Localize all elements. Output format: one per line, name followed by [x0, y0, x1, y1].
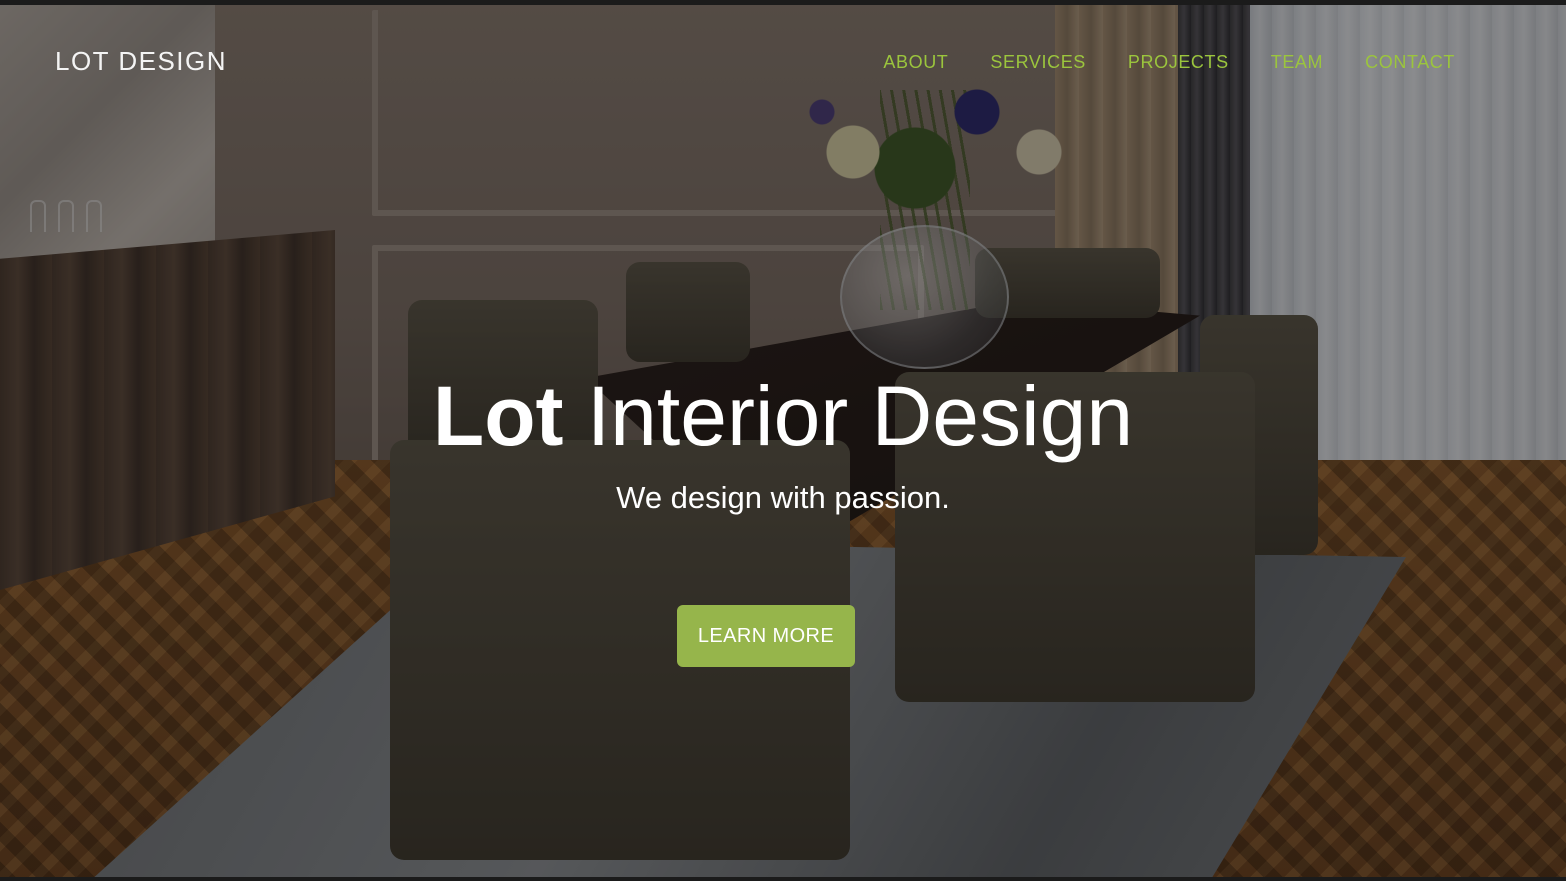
nav-link-team[interactable]: TEAM	[1250, 52, 1344, 73]
nav-item-services: SERVICES	[969, 52, 1107, 73]
bottom-border	[0, 877, 1566, 881]
hero-title: Lot Interior Design	[0, 370, 1566, 462]
nav-link-contact[interactable]: CONTACT	[1344, 52, 1476, 73]
learn-more-button[interactable]: LEARN MORE	[677, 605, 855, 667]
nav-item-team: TEAM	[1250, 52, 1344, 73]
landing-page: LOT DESIGN ABOUT SERVICES PROJECTS TEAM …	[0, 0, 1566, 881]
nav-link-projects[interactable]: PROJECTS	[1107, 52, 1250, 73]
hero-subtitle: We design with passion.	[616, 480, 950, 516]
nav-item-about: ABOUT	[862, 52, 969, 73]
hero-title-strong: Lot	[432, 369, 564, 463]
nav-link-services[interactable]: SERVICES	[969, 52, 1107, 73]
nav-item-projects: PROJECTS	[1107, 52, 1250, 73]
nav-item-contact: CONTACT	[1344, 52, 1476, 73]
navbar: LOT DESIGN ABOUT SERVICES PROJECTS TEAM …	[0, 0, 1566, 110]
hero-section: Lot Interior Design We design with passi…	[0, 370, 1566, 516]
nav-menu: ABOUT SERVICES PROJECTS TEAM CONTACT	[862, 52, 1476, 73]
nav-link-about[interactable]: ABOUT	[862, 52, 969, 73]
hero-title-rest: Interior Design	[586, 369, 1134, 463]
brand-logo[interactable]: LOT DESIGN	[55, 46, 227, 77]
